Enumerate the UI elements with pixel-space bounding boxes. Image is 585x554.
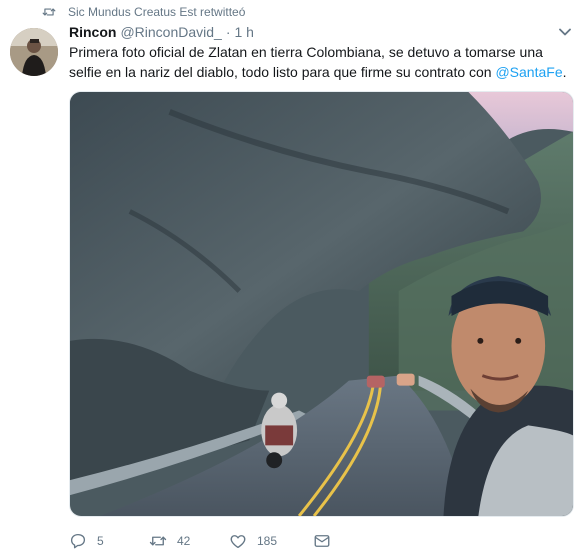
retweet-icon	[42, 6, 56, 18]
envelope-icon	[314, 535, 330, 547]
tweet-text: Primera foto oficial de Zlatan en tierra…	[69, 42, 569, 82]
header-separator: ·	[225, 24, 231, 40]
reply-button[interactable]: 5	[69, 531, 149, 551]
tweet-photo[interactable]	[69, 91, 574, 517]
tweet-timestamp[interactable]: 1 h	[235, 24, 254, 40]
retweet-count: 42	[177, 534, 191, 548]
retweet-button[interactable]: 42	[149, 531, 229, 551]
retweet-icon	[149, 536, 167, 546]
like-count: 185	[257, 534, 278, 548]
tweet-body-end: .	[562, 64, 567, 80]
author-handle[interactable]: @RinconDavid_	[120, 24, 221, 40]
heart-icon	[230, 535, 246, 549]
like-button[interactable]: 185	[229, 531, 313, 551]
retweet-context: Sic Mundus Creatus Est retwitteó	[42, 4, 245, 20]
author-name[interactable]: Rincon	[69, 24, 116, 40]
avatar[interactable]	[10, 28, 58, 76]
direct-message-button[interactable]	[313, 531, 341, 551]
mention-link[interactable]: @SantaFe	[495, 64, 562, 80]
tweet-body: Primera foto oficial de Zlatan en tierra…	[69, 44, 543, 80]
reply-icon	[70, 533, 86, 549]
retweet-context-text[interactable]: Sic Mundus Creatus Est retwitteó	[68, 5, 245, 19]
chevron-down-icon[interactable]	[559, 28, 571, 36]
reply-count: 5	[97, 534, 104, 548]
tweet-actions: 5 42 185	[69, 531, 549, 551]
tweet-header: Rincon @RinconDavid_ · 1 h	[69, 24, 254, 42]
